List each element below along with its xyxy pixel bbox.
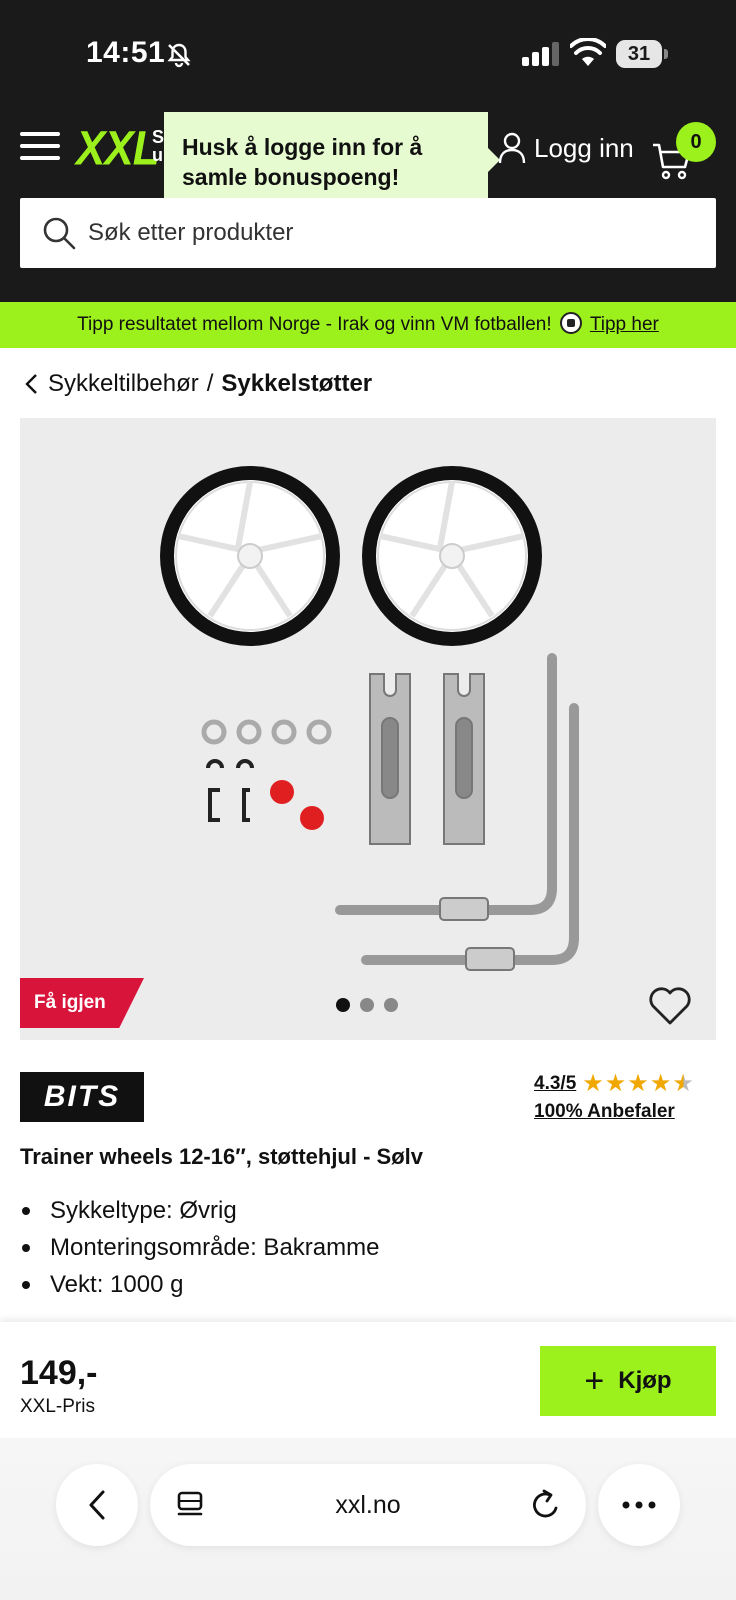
login-label: Logg inn xyxy=(534,132,634,163)
battery-level: 31 xyxy=(616,40,662,68)
bell-off-icon xyxy=(167,43,191,68)
browser-more-button[interactable] xyxy=(598,1464,680,1546)
logo-subtext: Su xyxy=(152,127,165,165)
browser-back-button[interactable] xyxy=(56,1464,138,1546)
menu-icon[interactable] xyxy=(20,132,60,164)
breadcrumb-current: Sykkelstøtter xyxy=(221,370,373,397)
site-header: XXL Su Husk å logge inn for å samle bonu… xyxy=(0,110,736,302)
product-image-carousel[interactable]: Få igjen xyxy=(20,418,716,1040)
buy-label: Kjøp xyxy=(618,1367,672,1394)
spec-item: Monteringsområde: Bakramme xyxy=(20,1229,379,1266)
price-label: XXL-Pris xyxy=(20,1396,95,1417)
football-icon xyxy=(559,312,582,334)
promo-text: Tipp resultatet mellom Norge - Irak og v… xyxy=(77,314,552,335)
wheel-left xyxy=(160,466,340,646)
chevron-left-icon[interactable] xyxy=(24,373,40,395)
wheel-right xyxy=(362,466,542,646)
clips xyxy=(206,759,254,822)
cart-count-badge: 0 xyxy=(676,122,716,162)
buy-bar: 149,- XXL-Pris + Kjøp xyxy=(0,1322,736,1438)
battery-tip xyxy=(664,49,668,59)
carousel-dots xyxy=(336,998,398,1012)
rating-score: 4.3/5 xyxy=(534,1073,577,1094)
address-bar[interactable]: xxl.no xyxy=(150,1464,586,1546)
brand-logo[interactable]: BITS xyxy=(20,1072,144,1122)
red-cap-2 xyxy=(300,806,324,830)
red-cap-1 xyxy=(270,780,294,804)
reload-icon[interactable] xyxy=(530,1488,562,1522)
price: 149,- xyxy=(20,1354,98,1392)
spec-list: Sykkeltype: Øvrig Monteringsområde: Bakr… xyxy=(20,1192,379,1303)
plus-icon: + xyxy=(584,1362,605,1400)
wifi-icon xyxy=(570,38,606,66)
cellular-signal-icon xyxy=(522,42,559,66)
search-input[interactable] xyxy=(88,219,688,247)
buy-button[interactable]: + Kjøp xyxy=(540,1346,716,1416)
spec-item: Sykkeltype: Øvrig xyxy=(20,1192,379,1229)
rating[interactable]: 4.3/5 ★★★★★ 100% Anbefaler xyxy=(534,1070,695,1126)
heart-icon[interactable] xyxy=(648,986,692,1026)
carousel-dot[interactable] xyxy=(336,998,350,1012)
product-title: Trainer wheels 12-16″, støttehjul - Sølv xyxy=(20,1144,423,1169)
url-text: xxl.no xyxy=(335,1491,401,1519)
cart-button[interactable]: 0 xyxy=(652,122,732,184)
washers xyxy=(201,719,332,745)
carousel-dot[interactable] xyxy=(384,998,398,1012)
search-icon xyxy=(43,217,76,250)
login-button[interactable]: Logg inn xyxy=(498,130,634,166)
login-reminder-tooltip: Husk å logge inn for å samle bonuspoeng! xyxy=(164,112,488,210)
rating-stars: ★★★★★ xyxy=(582,1070,695,1097)
promo-banner: Tipp resultatet mellom Norge - Irak og v… xyxy=(0,302,736,348)
status-bar: 14:51 31 xyxy=(0,0,736,110)
breadcrumb-parent[interactable]: Sykkeltilbehør xyxy=(48,370,199,398)
brackets xyxy=(369,673,485,845)
xxl-logo[interactable]: XXL xyxy=(76,122,160,177)
carousel-dot[interactable] xyxy=(360,998,374,1012)
chevron-left-icon xyxy=(89,1490,105,1520)
more-dots-icon xyxy=(622,1501,656,1509)
promo-link[interactable]: Tipp her xyxy=(590,314,659,335)
user-icon xyxy=(498,132,526,164)
battery-indicator: 31 xyxy=(616,40,668,68)
product-photo xyxy=(160,466,579,971)
browser-toolbar: xxl.no xyxy=(0,1438,736,1600)
breadcrumb-separator: / xyxy=(206,370,214,397)
spec-item: Vekt: 1000 g xyxy=(20,1266,379,1303)
status-time: 14:51 xyxy=(86,36,166,69)
breadcrumb: Sykkeltilbehør / Sykkelstøtter xyxy=(24,370,372,398)
recommend-percentage: 100% Anbefaler xyxy=(534,1101,675,1122)
search-bar[interactable] xyxy=(20,198,716,268)
